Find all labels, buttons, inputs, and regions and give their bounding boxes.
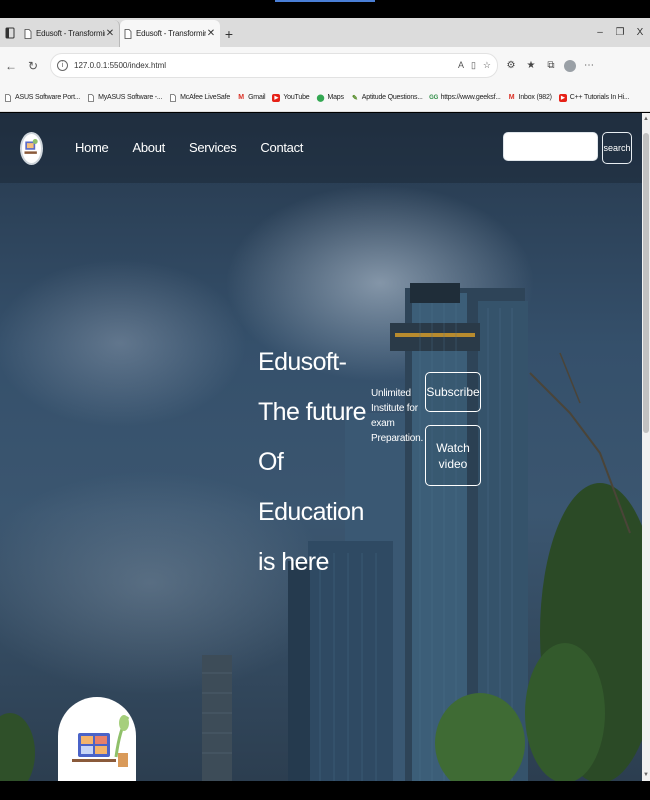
scrollbar-thumb[interactable] (643, 133, 649, 433)
address-bar: ← ↻ i 127.0.0.1:5500/index.html A ▯ ☆ ⚙ … (0, 47, 650, 84)
bookmark-label: MyASUS Software -... (98, 94, 163, 101)
bookmark-label: Maps (327, 94, 344, 101)
bookmark-item[interactable]: GG https://www.geeksf... (429, 94, 501, 102)
bookmark-item[interactable]: MyASUS Software -... (87, 93, 163, 102)
main-nav: Home About Services Contact (75, 140, 327, 155)
gmail-icon: M (508, 94, 515, 101)
restore-button[interactable]: ❐ (610, 27, 630, 38)
nav-home-link[interactable]: Home (75, 140, 109, 155)
window-controls: – ❐ X (590, 18, 650, 47)
subscribe-button[interactable]: Subscribe (425, 372, 481, 412)
bookmark-label: https://www.geeksf... (440, 94, 501, 101)
bookmark-label: McAfee LiveSafe (180, 94, 231, 101)
bookmark-item[interactable]: ▶ YouTube (272, 93, 310, 102)
tab-title: Edusoft - Transforming Online Ed (136, 29, 206, 38)
nav-services-link[interactable]: Services (189, 140, 237, 155)
vertical-scrollbar[interactable]: ▲ ▼ (642, 113, 650, 781)
bookmark-item[interactable]: M Inbox (982) (508, 94, 552, 102)
site-logo[interactable] (20, 132, 43, 165)
hero-title: Edusoft-The future Of Education is here (258, 348, 367, 576)
bookmark-item[interactable]: ASUS Software Port... (4, 93, 81, 102)
scroll-up-icon[interactable]: ▲ (643, 116, 649, 122)
scroll-down-icon[interactable]: ▼ (643, 772, 649, 778)
browser-window: Edusoft - Transforming Online Ed ✕ Eduso… (0, 0, 650, 800)
page-icon (170, 93, 176, 102)
site-info-icon[interactable]: i (57, 60, 68, 71)
favorites-icon[interactable]: ★ (524, 60, 538, 71)
url-field-actions: A ▯ ☆ (458, 60, 497, 71)
search-button[interactable]: search (602, 132, 632, 164)
tab-strip: Edusoft - Transforming Online Ed ✕ Eduso… (0, 18, 650, 47)
page-viewport: Home About Services Contact search Eduso… (0, 113, 642, 781)
bookmark-label: Aptitude Questions... (361, 94, 423, 101)
tab-title: Edusoft - Transforming Online Ed (36, 29, 105, 38)
bookmarks-bar: ASUS Software Port... MyASUS Software -.… (0, 84, 650, 112)
online-class-illustration-icon (72, 715, 130, 767)
bookmark-item[interactable]: ⬤ Maps (316, 94, 344, 102)
bookmark-label: C++ Tutorials In Hi... (569, 94, 630, 101)
gmail-icon: M (238, 94, 244, 101)
add-favorite-icon[interactable]: ☆ (483, 60, 491, 71)
bookmark-label: Inbox (982) (518, 94, 552, 101)
youtube-icon: ▶ (272, 93, 281, 102)
page-icon (88, 93, 94, 102)
url-field[interactable]: i 127.0.0.1:5500/index.html A ▯ ☆ (50, 53, 498, 78)
back-button[interactable]: ← (0, 47, 22, 84)
minimize-button[interactable]: – (590, 27, 610, 38)
logo-illustration-icon (24, 139, 38, 154)
tab-actions-icon (5, 27, 15, 38)
refresh-icon: ↻ (27, 58, 39, 73)
nav-contact-link[interactable]: Contact (260, 140, 303, 155)
page-icon (24, 28, 32, 39)
refresh-button[interactable]: ↻ (22, 47, 44, 84)
top-accent-bar (275, 0, 375, 2)
search-input[interactable] (503, 132, 598, 161)
online-learning-illustration (58, 697, 136, 781)
tab-actions-button[interactable] (0, 18, 20, 47)
url-text[interactable]: 127.0.0.1:5500/index.html (74, 61, 458, 70)
bookmark-item[interactable]: McAfee LiveSafe (169, 93, 231, 102)
nav-about-link[interactable]: About (132, 140, 165, 155)
page-icon (124, 28, 132, 39)
new-tab-button[interactable]: + (220, 20, 238, 47)
profile-avatar[interactable] (564, 59, 576, 72)
bookmark-item[interactable]: M Gmail (237, 94, 265, 102)
youtube-icon: ▶ (558, 93, 567, 102)
close-tab-icon[interactable]: ✕ (105, 28, 115, 39)
geeks-icon: GG (429, 94, 439, 101)
hero-subtitle: Unlimited Institute for exam Preparation… (371, 388, 424, 444)
page-icon (5, 93, 11, 102)
reader-view-icon[interactable]: ▯ (471, 60, 476, 71)
extensions-icon[interactable]: ⚙ (504, 60, 518, 71)
close-tab-icon[interactable]: ✕ (206, 28, 216, 39)
more-options-icon[interactable]: ⋯ (582, 60, 596, 71)
bookmark-label: YouTube (283, 94, 310, 101)
back-arrow-icon: ← (5, 58, 17, 73)
watch-video-button[interactable]: Watch video (425, 425, 481, 486)
bookmark-item[interactable]: ✎ Aptitude Questions... (351, 94, 423, 102)
close-window-button[interactable]: X (630, 27, 650, 38)
read-aloud-icon[interactable]: A (458, 60, 464, 71)
leaf-icon: ✎ (351, 94, 358, 102)
browser-tab-2[interactable]: Edusoft - Transforming Online Ed ✕ (120, 20, 220, 47)
maps-icon: ⬤ (316, 94, 325, 102)
bookmark-label: ASUS Software Port... (15, 94, 81, 101)
bookmark-item[interactable]: ▶ C++ Tutorials In Hi... (558, 93, 630, 102)
browser-tab-1[interactable]: Edusoft - Transforming Online Ed ✕ (20, 20, 120, 47)
bookmark-label: Gmail (248, 94, 266, 101)
toolbar-right: ⚙ ★ ⧉ ⋯ (504, 59, 596, 72)
collections-icon[interactable]: ⧉ (544, 60, 558, 71)
